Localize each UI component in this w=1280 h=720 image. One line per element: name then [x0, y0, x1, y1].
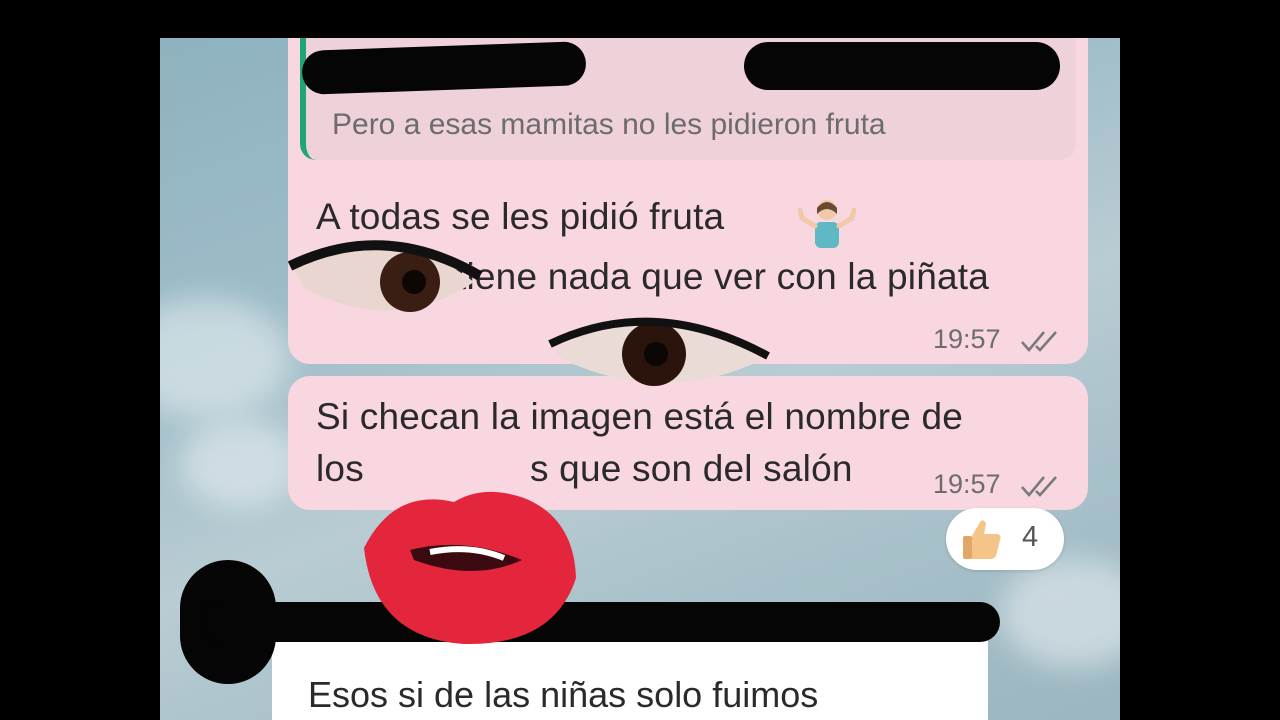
eye-sticker [548, 317, 770, 386]
quoted-message-text: Pero a esas mamitas no les pidieron frut… [332, 108, 886, 141]
reaction-count: 4 [1022, 521, 1039, 553]
redaction-mark [200, 602, 1000, 642]
person-shrugging-emoji [798, 200, 856, 248]
reaction-pill[interactable]: 4 [946, 508, 1064, 570]
chat-screen: Pero a esas mamitas no les pidieron frut… [160, 38, 1120, 720]
double-check-read-icon [1021, 476, 1057, 498]
thumbs-up-icon [963, 520, 1001, 559]
double-check-read-icon [1021, 331, 1057, 353]
eye-sticker [287, 240, 483, 312]
redaction-mark [744, 42, 1060, 90]
incoming-message-text: Esos si de las niñas solo fuimos [308, 674, 819, 715]
message-line-2: tiene nada que ver con la piñata [456, 256, 990, 297]
lips-sticker [364, 491, 576, 645]
message-time: 19:57 [933, 469, 1001, 499]
wallpaper-cloud [160, 298, 290, 418]
message-time: 19:57 [933, 324, 1001, 354]
message-line-1: Si checan la imagen está el nombre de [316, 396, 964, 437]
wallpaper-cloud [180, 418, 300, 508]
wallpaper-cloud [1000, 558, 1120, 668]
